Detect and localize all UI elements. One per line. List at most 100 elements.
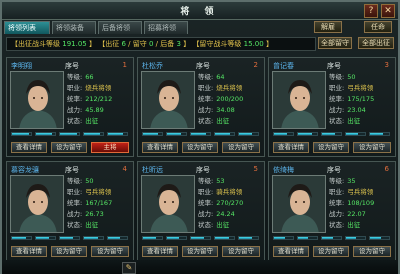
general-card-grid: 李明翔 序号 1 等级: 66 职业: 烧兵将领 统率: 212/212 战力: 45.…: [6, 57, 398, 261]
state-row: 状态: 出征: [198, 115, 229, 125]
attribute-bar-fill: [84, 237, 99, 239]
set-stay-button[interactable]: 设为留守: [51, 246, 87, 257]
general-portrait[interactable]: [10, 175, 64, 233]
general-portrait[interactable]: [141, 175, 195, 233]
attribute-bar: [190, 132, 211, 136]
stay-count-label: / 留守: [128, 40, 147, 48]
level-row: 等级: 35: [329, 175, 355, 185]
tab-recruit-generals[interactable]: 招募将领: [144, 21, 188, 34]
stat-value: 22.07: [347, 210, 366, 218]
set-stay-button[interactable]: 设为留守: [313, 246, 349, 257]
stat-value: 212/212: [85, 95, 113, 103]
close-icon[interactable]: ✕: [381, 4, 395, 18]
power-row: 战力: 23.04: [329, 104, 366, 114]
general-name[interactable]: 杜松乔: [142, 61, 163, 71]
attribute-bar: [321, 236, 342, 240]
attribute-bar-fill: [60, 237, 74, 239]
job-row: 职业: 弓兵将领: [329, 82, 373, 92]
general-name[interactable]: 慕容龙骧: [11, 165, 39, 175]
attribute-bars: [273, 132, 391, 137]
attribute-bar-fill: [239, 237, 253, 239]
seq-number: 3: [384, 61, 389, 69]
stat-value: 烧兵将领: [85, 84, 112, 92]
general-name[interactable]: 依绮梅: [273, 165, 294, 175]
pen-icon[interactable]: ✎: [122, 262, 136, 274]
out-count-value: 6: [121, 40, 126, 48]
general-card-2: 杜松乔 序号 2 等级: 64 职业: 烧兵将领 统率: 200/200 战力: 34.…: [137, 57, 265, 157]
out-power-end: 】: [88, 40, 96, 48]
state-row: 状态: 出征: [67, 115, 98, 125]
stat-value: 45.89: [85, 106, 104, 114]
attribute-bar-fill: [322, 237, 334, 239]
stat-label: 统率:: [67, 199, 83, 207]
seq-label: 序号: [196, 62, 210, 70]
set-stay-button[interactable]: 设为留守: [182, 142, 218, 153]
tab-reserve-generals[interactable]: 后备将领: [98, 21, 142, 34]
window-title: 将 领: [180, 7, 220, 17]
general-portrait[interactable]: [10, 71, 64, 129]
attribute-bar: [369, 236, 390, 240]
attribute-bar-fill: [36, 237, 50, 239]
view-detail-button[interactable]: 查看详情: [273, 142, 309, 153]
reserve-count-value: 3: [176, 40, 181, 48]
attribute-bar-fill: [322, 133, 336, 135]
attribute-bar: [35, 132, 56, 136]
view-detail-button[interactable]: 查看详情: [142, 142, 178, 153]
attribute-bar-fill: [191, 133, 207, 135]
stat-label: 战力:: [67, 210, 83, 218]
lead-row: 统率: 175/175: [329, 93, 374, 103]
third-action-button[interactable]: 设为留守: [353, 142, 391, 153]
third-action-button[interactable]: 设为留守: [222, 142, 260, 153]
attribute-bar: [83, 132, 104, 136]
attribute-bar: [142, 132, 163, 136]
attribute-bar: [238, 236, 259, 240]
third-action-button[interactable]: 设为留守: [222, 246, 260, 257]
set-stay-button[interactable]: 设为留守: [182, 246, 218, 257]
stat-label: 职业:: [329, 188, 345, 196]
reserve-count-label: / 后备: [155, 40, 175, 48]
attribute-bar: [273, 132, 294, 136]
stat-label: 状态:: [67, 117, 83, 125]
tab-general-list[interactable]: 将领列表: [4, 21, 50, 34]
stat-value: 骑兵将领: [216, 188, 243, 196]
general-name[interactable]: 杜昕远: [142, 165, 163, 175]
general-portrait[interactable]: [141, 71, 195, 129]
general-name[interactable]: 李明翔: [11, 61, 32, 71]
help-icon[interactable]: ?: [364, 4, 378, 18]
stat-value: 200/200: [216, 95, 244, 103]
view-detail-button[interactable]: 查看详情: [11, 142, 47, 153]
view-detail-button[interactable]: 查看详情: [11, 246, 47, 257]
stats-bar: 【出征战斗等级 191.05 】 【出征 6 / 留守 0 / 后备 3 】 【…: [6, 37, 316, 51]
general-card-4: 慕容龙骧 序号 4 等级: 50 职业: 弓兵将领 统率: 167/167 战力: 26…: [6, 161, 134, 261]
attribute-bar-fill: [274, 237, 286, 239]
dismiss-button[interactable]: 解雇: [314, 21, 342, 33]
attribute-bar: [142, 236, 163, 240]
attribute-bar: [214, 236, 235, 240]
general-card-3: 曾记春 序号 3 等级: 50 职业: 弓兵将领 统率: 175/175 战力: 23.…: [268, 57, 396, 157]
stat-label: 职业:: [329, 84, 345, 92]
stat-value: 23.04: [347, 106, 366, 114]
seq-label: 序号: [65, 166, 79, 174]
stat-value: 24.24: [216, 210, 235, 218]
tab-general-equipment[interactable]: 将领装备: [52, 21, 96, 34]
general-portrait[interactable]: [272, 71, 326, 129]
power-row: 战力: 45.89: [67, 104, 104, 114]
third-action-button[interactable]: 设为留守: [353, 246, 391, 257]
level-row: 等级: 50: [67, 175, 93, 185]
attribute-bar: [238, 132, 259, 136]
promote-button[interactable]: 任命: [364, 21, 392, 33]
general-portrait[interactable]: [272, 175, 326, 233]
all-out-button[interactable]: 全部出征: [358, 37, 394, 49]
set-stay-button[interactable]: 设为留守: [313, 142, 349, 153]
stat-label: 战力:: [198, 106, 214, 114]
third-action-button[interactable]: 主将: [91, 142, 129, 153]
all-stay-button[interactable]: 全部留守: [318, 37, 352, 49]
view-detail-button[interactable]: 查看详情: [273, 246, 309, 257]
view-detail-button[interactable]: 查看详情: [142, 246, 178, 257]
general-card-5: 杜昕远 序号 5 等级: 53 职业: 骑兵将领 统率: 270/270 战力: 24.…: [137, 161, 265, 261]
general-name[interactable]: 曾记春: [273, 61, 294, 71]
set-stay-button[interactable]: 设为留守: [51, 142, 87, 153]
third-action-button[interactable]: 设为留守: [91, 246, 129, 257]
attribute-bars: [142, 132, 260, 137]
attribute-bar: [166, 132, 187, 136]
